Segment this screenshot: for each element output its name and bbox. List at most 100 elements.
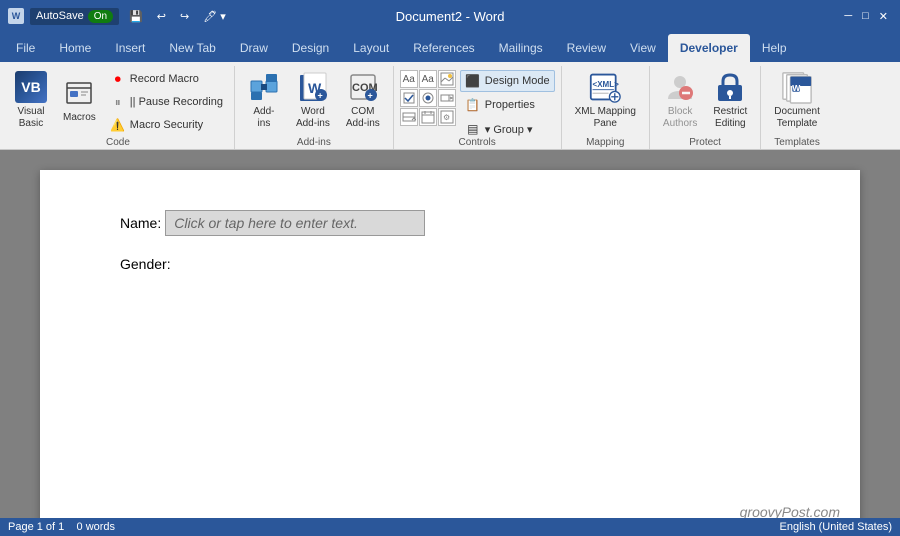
word-add-ins-label: WordAdd-ins xyxy=(296,106,330,130)
svg-text:+: + xyxy=(367,90,372,100)
ctrl-aa-btn[interactable]: Aa xyxy=(419,70,437,88)
visual-basic-button[interactable]: VB VisualBasic xyxy=(8,68,54,132)
properties-icon: 📋 xyxy=(465,97,481,113)
tab-mailings[interactable]: Mailings xyxy=(487,34,555,62)
status-right: English (United States) xyxy=(780,521,893,533)
addins-group: Add-ins W + WordAdd-ins xyxy=(235,66,394,149)
com-add-ins-button[interactable]: COM + COMAdd-ins xyxy=(339,68,387,132)
name-label: Name: xyxy=(120,215,161,231)
ribbon: VB VisualBasic Macros xyxy=(0,62,900,150)
ctrl-check-btn[interactable] xyxy=(400,89,418,107)
gender-field-row: Gender: xyxy=(120,256,780,272)
window-controls: ─ □ ✕ xyxy=(840,8,892,25)
restrict-editing-label: RestrictEditing xyxy=(713,106,747,130)
tab-design[interactable]: Design xyxy=(280,34,341,62)
protect-group: BlockAuthors RestrictEditing Protect xyxy=(650,66,761,149)
ctrl-list-btn[interactable] xyxy=(400,108,418,126)
pause-recording-button[interactable]: ⏸ || Pause Recording xyxy=(105,91,228,113)
macros-icon xyxy=(63,77,95,109)
ctrl-ab-btn[interactable]: Aa xyxy=(400,70,418,88)
macros-button[interactable]: Macros xyxy=(56,68,103,132)
tab-file[interactable]: File xyxy=(4,34,47,62)
macro-security-button[interactable]: ⚠️ Macro Security xyxy=(105,114,228,136)
watermark: groovyPost.com xyxy=(740,504,840,518)
properties-button[interactable]: 📋 Properties xyxy=(460,94,555,116)
properties-label: Properties xyxy=(485,99,535,111)
tab-references[interactable]: References xyxy=(401,34,486,62)
autosave-state: On xyxy=(88,10,113,23)
svg-text:<XML>: <XML> xyxy=(593,80,620,89)
ribbon-tabs: File Home Insert New Tab Draw Design Lay… xyxy=(0,32,900,62)
protect-group-content: BlockAuthors RestrictEditing xyxy=(654,66,756,134)
code-group-content: VB VisualBasic Macros xyxy=(6,66,230,134)
document-template-icon: W xyxy=(781,71,813,103)
macros-label: Macros xyxy=(63,112,96,124)
xml-mapping-pane-button[interactable]: <XML> XML MappingPane xyxy=(568,68,643,132)
word-add-ins-button[interactable]: W + WordAdd-ins xyxy=(289,68,337,132)
page-info: Page 1 of 1 xyxy=(8,521,64,533)
document-area: Name: Click or tap here to enter text. G… xyxy=(0,150,900,518)
word-icon: W xyxy=(8,8,24,24)
ctrl-build-btn[interactable]: ⚙ xyxy=(438,108,456,126)
block-authors-icon xyxy=(664,71,696,103)
ctrl-date-btn[interactable] xyxy=(419,108,437,126)
customize-button[interactable]: 🖊 ▾ xyxy=(199,8,230,25)
tab-draw[interactable]: Draw xyxy=(228,34,280,62)
mapping-group-label: Mapping xyxy=(566,134,645,151)
tab-layout[interactable]: Layout xyxy=(341,34,401,62)
tab-developer[interactable]: Developer xyxy=(668,34,750,62)
controls-group: Aa Aa ⚙ xyxy=(394,66,562,149)
warning-icon: ⚠️ xyxy=(110,117,126,133)
svg-text:⚙: ⚙ xyxy=(443,113,450,122)
svg-text:+: + xyxy=(317,90,322,100)
restrict-editing-button[interactable]: RestrictEditing xyxy=(706,68,754,132)
com-add-ins-icon: COM + xyxy=(347,71,379,103)
templates-group: W DocumentTemplate Templates xyxy=(761,66,833,149)
ctrl-combo-btn[interactable] xyxy=(438,89,456,107)
restrict-editing-icon xyxy=(714,71,746,103)
design-mode-icon: ⬛ xyxy=(465,73,481,89)
add-ins-icon xyxy=(248,71,280,103)
xml-mapping-pane-label: XML MappingPane xyxy=(575,106,636,130)
pause-icon: ⏸ xyxy=(110,94,126,110)
tab-view[interactable]: View xyxy=(618,34,668,62)
templates-group-content: W DocumentTemplate xyxy=(765,66,829,134)
redo-button[interactable]: ↪ xyxy=(176,8,193,25)
word-count: 0 words xyxy=(77,521,116,533)
document-template-button[interactable]: W DocumentTemplate xyxy=(767,68,827,132)
status-left: Page 1 of 1 0 words xyxy=(8,521,115,533)
undo-button[interactable]: ↩ xyxy=(153,8,170,25)
tab-insert[interactable]: Insert xyxy=(103,34,157,62)
com-add-ins-label: COMAdd-ins xyxy=(346,106,380,130)
autosave-toggle[interactable]: AutoSave On xyxy=(30,8,119,25)
pause-recording-label: || Pause Recording xyxy=(130,96,223,108)
record-icon: ⏺ xyxy=(110,71,126,87)
record-macro-button[interactable]: ⏺ Record Macro xyxy=(105,68,228,90)
xml-mapping-icon: <XML> xyxy=(589,71,621,103)
mapping-group: <XML> XML MappingPane Mapping xyxy=(562,66,650,149)
visual-basic-label: VisualBasic xyxy=(17,106,44,130)
record-macro-label: Record Macro xyxy=(130,73,199,85)
code-group: VB VisualBasic Macros xyxy=(2,66,235,149)
block-authors-label: BlockAuthors xyxy=(663,106,697,130)
tab-home[interactable]: Home xyxy=(47,34,103,62)
macro-security-label: Macro Security xyxy=(130,119,203,131)
code-group-label: Code xyxy=(6,134,230,151)
add-ins-label: Add-ins xyxy=(253,106,274,130)
tab-review[interactable]: Review xyxy=(555,34,618,62)
tab-help[interactable]: Help xyxy=(750,34,799,62)
status-bar: Page 1 of 1 0 words English (United Stat… xyxy=(0,518,900,536)
document-template-label: DocumentTemplate xyxy=(774,106,820,130)
maximize-button[interactable]: □ xyxy=(858,8,873,25)
block-authors-button[interactable]: BlockAuthors xyxy=(656,68,704,132)
minimize-button[interactable]: ─ xyxy=(840,8,856,25)
ctrl-radio-btn[interactable] xyxy=(419,89,437,107)
word-add-ins-icon: W + xyxy=(297,71,329,103)
name-input[interactable]: Click or tap here to enter text. xyxy=(165,210,425,236)
close-button[interactable]: ✕ xyxy=(875,8,892,25)
add-ins-button[interactable]: Add-ins xyxy=(241,68,287,132)
ctrl-img-btn[interactable] xyxy=(438,70,456,88)
save-button[interactable]: 💾 xyxy=(125,8,147,25)
tab-new-tab[interactable]: New Tab xyxy=(157,34,227,62)
design-mode-button[interactable]: ⬛ Design Mode xyxy=(460,70,555,92)
